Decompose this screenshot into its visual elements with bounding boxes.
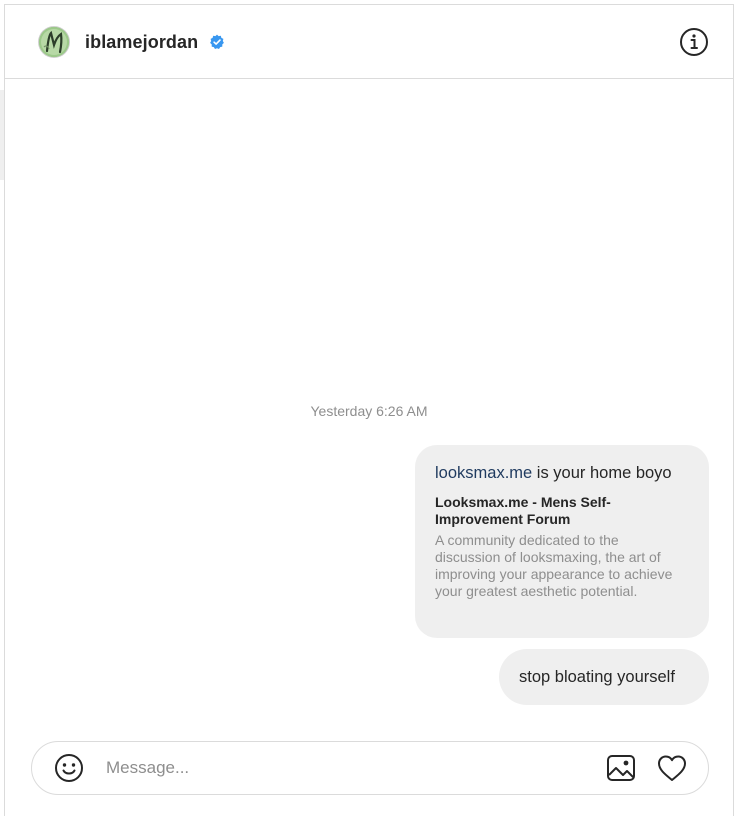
conversation-header: iblamejordan [5, 5, 733, 79]
link-preview-description: A community dedicated to the discussion … [435, 532, 673, 599]
emoji-icon[interactable] [54, 753, 84, 783]
conversation-username[interactable]: iblamejordan [85, 32, 198, 53]
verified-badge-icon [210, 34, 224, 49]
message-text-suffix: is your home boyo [532, 464, 672, 482]
conversation-panel: iblamejordan Yesterday 6:26 AM looksmax.… [4, 4, 734, 816]
message-composer [31, 741, 709, 795]
image-icon[interactable] [606, 753, 636, 783]
info-icon[interactable] [679, 27, 709, 57]
message-link[interactable]: looksmax.me [435, 464, 532, 482]
message-bubble-link[interactable]: looksmax.me is your home boyo Looksmax.m… [415, 445, 709, 638]
message-text: looksmax.me is your home boyo [435, 463, 689, 483]
user-avatar-icon [39, 27, 69, 57]
message-timestamp: Yesterday 6:26 AM [310, 403, 428, 419]
link-preview-title[interactable]: Looksmax.me - Mens Self-Improvement Foru… [435, 494, 655, 528]
heart-icon[interactable] [656, 753, 688, 783]
message-input[interactable] [106, 755, 576, 781]
message-bubble[interactable]: stop bloating yourself [499, 649, 709, 705]
avatar[interactable] [39, 27, 69, 57]
